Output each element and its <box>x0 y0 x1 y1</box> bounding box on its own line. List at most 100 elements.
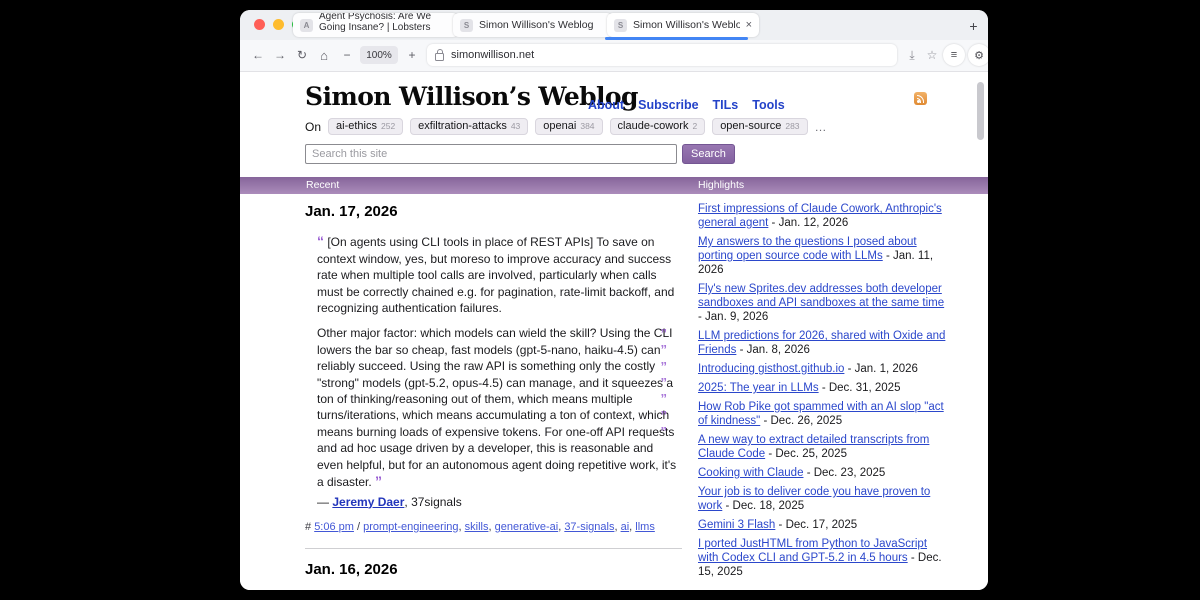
tag-count: 384 <box>580 121 594 131</box>
highlight-link[interactable]: My answers to the questions I posed abou… <box>698 236 917 262</box>
meta-tag-link[interactable]: 37-signals <box>564 521 614 533</box>
recent-column: Jan. 17, 2026 “ [On agents using CLI too… <box>305 194 682 590</box>
tag-name: ai-ethics <box>336 120 377 132</box>
permalink-time[interactable]: 5:06 pm <box>314 521 354 533</box>
tag-pills: ai-ethics 252 exfiltration-attacks 43 op… <box>328 118 808 135</box>
meta-tag-link[interactable]: generative-ai <box>495 521 559 533</box>
nav-link[interactable]: TILs <box>713 98 739 112</box>
back-icon[interactable]: ← <box>248 45 268 65</box>
close-window-button[interactable] <box>254 19 265 30</box>
quote-mark-artifact: ” <box>661 342 668 358</box>
tag-pill[interactable]: ai-ethics 252 <box>328 118 403 135</box>
meta-tag-link[interactable]: llms <box>635 521 655 533</box>
highlight-date: - Jan. 9, 2026 <box>698 311 768 323</box>
highlight-date: - Dec. 23, 2025 <box>807 467 886 479</box>
highlights-column-label: Highlights <box>698 179 744 191</box>
highlight-item: 2025: The year in LLMs - Dec. 31, 2025 <box>698 381 948 395</box>
zoom-in-icon[interactable]: + <box>402 45 422 65</box>
nav-link[interactable]: Subscribe <box>638 98 698 112</box>
blockquote: “ [On agents using CLI tools in place of… <box>317 233 679 490</box>
highlight-item: Gemini 3 Flash - Dec. 17, 2025 <box>698 518 948 532</box>
tag-count: 283 <box>785 121 799 131</box>
minimize-window-button[interactable] <box>273 19 284 30</box>
new-tab-button[interactable]: + <box>963 15 984 36</box>
highlight-date: - Jan. 8, 2026 <box>740 344 810 356</box>
tag-pill[interactable]: exfiltration-attacks 43 <box>410 118 528 135</box>
address-bar[interactable]: simonwillison.net <box>427 44 897 66</box>
quote-mark-artifact: ” <box>661 375 668 391</box>
meta-tag-link[interactable]: skills <box>465 521 489 533</box>
search-row: Search <box>305 144 735 164</box>
meta-tag-link[interactable]: ai <box>621 521 630 533</box>
tags-prefix: On <box>305 120 321 134</box>
nav-link[interactable]: Tools <box>752 98 784 112</box>
highlight-item: Your job is to deliver code you have pro… <box>698 485 948 513</box>
highlight-link[interactable]: Fly's new Sprites.dev addresses both dev… <box>698 283 944 309</box>
tab-title: Simon Willison's Weblog <box>633 19 740 31</box>
reload-icon[interactable]: ↻ <box>292 45 312 65</box>
tag-pill[interactable]: claude-cowork 2 <box>610 118 706 135</box>
tag-count: 43 <box>511 121 520 131</box>
highlight-link[interactable]: I ported JustHTML from Python to JavaScr… <box>698 538 927 564</box>
tab-lobsters[interactable]: A Agent Psychosis: Are We Going Insane? … <box>293 13 459 37</box>
highlight-item: Introducing gisthost.github.io - Jan. 1,… <box>698 362 948 376</box>
tag-name: exfiltration-attacks <box>418 120 507 132</box>
tag-pill[interactable]: open-source 283 <box>712 118 807 135</box>
lock-icon <box>435 53 444 61</box>
more-tags-ellipsis[interactable]: … <box>815 120 827 134</box>
menu-icon[interactable]: ≡ <box>943 44 965 66</box>
entry-meta-line: # 5:06 pm / prompt-engineering, skills, … <box>305 519 682 535</box>
quote-mark-artifact: ” <box>661 408 668 424</box>
search-input[interactable] <box>305 144 677 164</box>
bookmark-star-icon[interactable]: ☆ <box>922 45 942 65</box>
home-icon[interactable]: ⌂ <box>314 45 334 65</box>
tag-pill[interactable]: openai 384 <box>535 118 602 135</box>
highlight-item: How Rob Pike got spammed with an AI slop… <box>698 400 948 428</box>
highlight-date: - Dec. 26, 2025 <box>763 415 842 427</box>
hash-anchor[interactable]: # <box>305 521 314 533</box>
tab-simonwillison-1[interactable]: S Simon Willison's Weblog <box>453 13 613 37</box>
meta-tag-link[interactable]: prompt-engineering <box>363 521 458 533</box>
zoom-level-button[interactable]: 100% <box>360 46 398 64</box>
tab-favicon: A <box>300 19 313 32</box>
highlight-item: First impressions of Claude Cowork, Anth… <box>698 202 948 230</box>
highlight-date: - Dec. 25, 2025 <box>768 448 847 460</box>
quote-mark-artifact: ” <box>661 424 668 440</box>
browser-toolbar: ← → ↻ ⌂ − 100% + simonwillison.net ⤓ ☆ ≡… <box>240 40 988 72</box>
highlight-item: A new way to extract detailed transcript… <box>698 433 948 461</box>
highlight-date: - Dec. 31, 2025 <box>822 382 901 394</box>
open-quote-mark: “ <box>317 233 324 249</box>
close-quote-mark: ” <box>375 473 382 489</box>
tag-count: 2 <box>692 121 697 131</box>
highlight-link[interactable]: 2025: The year in LLMs <box>698 382 819 394</box>
quote-mark-artifact: ” <box>661 359 668 375</box>
site-nav: About Subscribe TILs Tools <box>588 98 785 112</box>
highlight-item: I ported JustHTML from Python to JavaScr… <box>698 537 948 579</box>
tab-simonwillison-2-active[interactable]: S Simon Willison's Weblog × <box>607 13 759 37</box>
settings-gear-icon[interactable]: ⚙ <box>968 44 988 66</box>
url-text: simonwillison.net <box>451 49 534 61</box>
zoom-out-icon[interactable]: − <box>337 45 357 65</box>
close-tab-icon[interactable]: × <box>740 19 752 31</box>
column-header-bar: Recent Highlights <box>240 177 988 194</box>
quote-paragraph-1: “ [On agents using CLI tools in place of… <box>317 233 679 316</box>
highlight-link[interactable]: Introducing gisthost.github.io <box>698 363 844 375</box>
tab-favicon: S <box>614 19 627 32</box>
scrollbar-thumb[interactable] <box>977 82 984 140</box>
search-button[interactable]: Search <box>682 144 735 164</box>
download-icon[interactable]: ⤓ <box>902 45 922 65</box>
quote-paragraph-2: Other major factor: which models can wie… <box>317 325 679 490</box>
highlight-date: - Jan. 1, 2026 <box>848 363 918 375</box>
highlight-item: Cooking with Claude - Dec. 23, 2025 <box>698 466 948 480</box>
attribution-link[interactable]: Jeremy Daer <box>332 495 404 509</box>
page-viewport: Simon Willison’s Weblog AboutSubscribeTI… <box>240 72 988 590</box>
entry-divider <box>305 548 682 549</box>
highlight-link[interactable]: LLM predictions for 2026, shared with Ox… <box>698 330 945 356</box>
tab-favicon: S <box>460 19 473 32</box>
rss-feed-icon[interactable] <box>914 92 927 105</box>
tab-bar: A Agent Psychosis: Are We Going Insane? … <box>240 10 988 40</box>
forward-icon[interactable]: → <box>270 45 290 65</box>
nav-link[interactable]: About <box>588 98 624 112</box>
highlight-link[interactable]: Gemini 3 Flash <box>698 519 775 531</box>
highlight-link[interactable]: Cooking with Claude <box>698 467 803 479</box>
